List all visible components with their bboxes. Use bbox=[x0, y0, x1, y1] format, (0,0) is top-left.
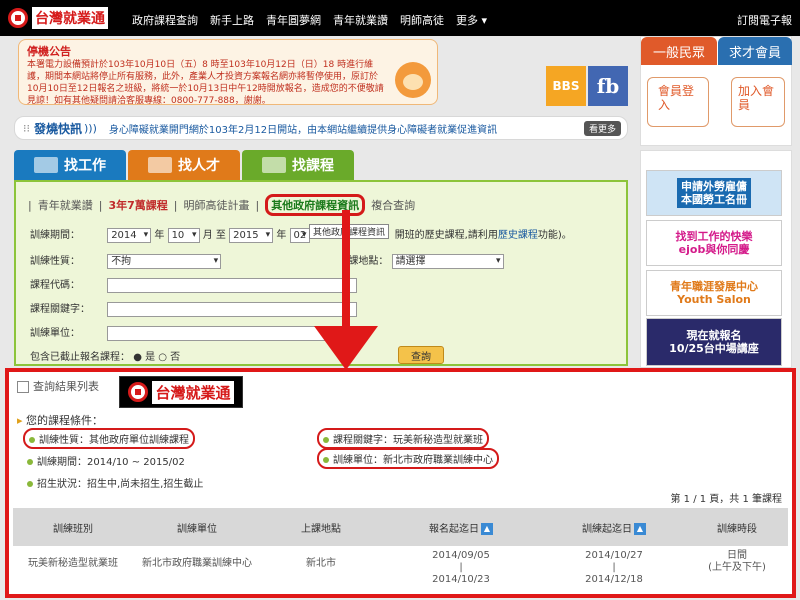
banner-youth-salon[interactable]: 青年職涯發展中心 Youth Salon bbox=[646, 270, 782, 316]
sort-up-icon[interactable]: ▲ bbox=[481, 522, 493, 535]
cell-time: 日間 (上午及下午) bbox=[708, 550, 766, 573]
condition-status: 招生狀況：招生中,尚未招生,招生截止 bbox=[23, 474, 207, 491]
tab-find-course[interactable]: 找課程 bbox=[242, 150, 354, 180]
news-label: 發燒快訊 bbox=[34, 121, 83, 136]
nav-item-youth-employment[interactable]: 青年就業讚 bbox=[333, 12, 388, 28]
tab-find-job-label: 找工作 bbox=[64, 158, 106, 174]
subscribe-link[interactable]: 訂閱電子報 bbox=[737, 12, 792, 28]
cell-location: 新北市 bbox=[306, 558, 336, 569]
subnav-short-course[interactable]: 3年7萬課程 bbox=[108, 197, 167, 213]
year-from-select[interactable]: 2014 bbox=[107, 227, 152, 243]
nav-item-course-search[interactable]: 政府課程查詢 bbox=[132, 12, 198, 28]
mascot-icon bbox=[395, 62, 431, 98]
subnav-composite[interactable]: 複合查詢 bbox=[371, 197, 415, 213]
course-keyword-input[interactable] bbox=[107, 301, 358, 317]
nav-item-newcomer[interactable]: 新手上路 bbox=[210, 12, 254, 28]
logo-icon bbox=[128, 382, 149, 402]
nav-item-more[interactable]: 更多 ▾ bbox=[456, 12, 487, 28]
condition-unit: 訓練單位：新北市政府職業訓練中心 bbox=[317, 448, 499, 469]
site-logo[interactable]: 台灣就業通 bbox=[8, 6, 120, 30]
period-row: 訓練期間： 2014 年 10 月 至 2015 年 02 開班的歷史課程,請利… bbox=[30, 226, 572, 243]
condition-nature: 訓練性質：其他政府單位訓練課程 bbox=[23, 428, 195, 449]
cell-train-date: 2014/10/27 | 2014/12/18 bbox=[585, 550, 643, 585]
maintenance-notice: 停機公告 本署電力設備預計於103年10月10日（五）8 時至103年10月12… bbox=[18, 39, 438, 105]
location-select[interactable]: 請選擇 bbox=[391, 253, 504, 269]
course-subnav: | 青年就業讚 | 3年7萬課程 | 明師高徒計畫 | 其他政府課程資訊 複合查… bbox=[28, 194, 415, 216]
keyword-row: 課程關鍵字： bbox=[30, 300, 358, 317]
cell-class[interactable]: 玩美新秘造型就業班 bbox=[13, 550, 133, 598]
cell-unit: 新北市政府職業訓練中心 bbox=[142, 558, 252, 569]
month-to-select[interactable]: 02 bbox=[289, 227, 310, 243]
results-panel: 查詢結果列表 台灣就業通 ▸ 您的課程條件： 訓練性質：其他政府單位訓練課程 課… bbox=[5, 368, 796, 598]
nav-item-master[interactable]: 明師高徒 bbox=[400, 12, 444, 28]
page-info: 第 1 / 1 頁，共 1 筆課程 bbox=[670, 494, 782, 505]
condition-period: 訓練期間：2014/10 ~ 2015/02 bbox=[23, 452, 189, 469]
col-time: 訓練時段 bbox=[717, 523, 757, 535]
tab-general-public[interactable]: 一般民眾 bbox=[641, 37, 717, 65]
conditions-title: ▸ 您的課程條件： bbox=[17, 414, 104, 427]
subnav-youth[interactable]: 青年就業讚 bbox=[38, 197, 93, 213]
unit-row: 訓練單位： bbox=[30, 324, 358, 341]
tab-find-job[interactable]: 找工作 bbox=[14, 150, 126, 180]
ellipsis-icon: ⁝⁝ bbox=[23, 121, 30, 135]
arrow-head-shape bbox=[314, 326, 378, 370]
broadcast-icon: ))) bbox=[84, 121, 97, 135]
member-login-button[interactable]: 會員登入 bbox=[647, 77, 709, 127]
annotation-arrow-shaft bbox=[342, 210, 350, 332]
member-panel: 一般民眾 求才會員 會員登入 加入會員 bbox=[640, 36, 792, 146]
banner-ejob[interactable]: 找到工作的快樂 ejob與你同慶 bbox=[646, 220, 782, 266]
col-train-date[interactable]: 訓練起迄日 ▲ bbox=[541, 520, 687, 535]
col-unit: 訓練單位 bbox=[177, 523, 217, 535]
main-tabs: 找工作 找人才 找課程 bbox=[14, 150, 356, 180]
col-location: 上課地點 bbox=[301, 523, 341, 535]
bbs-button[interactable]: BBS bbox=[546, 66, 586, 106]
tab-find-talent-label: 找人才 bbox=[178, 158, 220, 174]
month-from-select[interactable]: 10 bbox=[167, 227, 200, 243]
results-logo: 台灣就業通 bbox=[119, 376, 243, 408]
tab-find-talent[interactable]: 找人才 bbox=[128, 150, 240, 180]
radio-no[interactable]: ○ 否 bbox=[158, 352, 180, 363]
col-reg-date[interactable]: 報名起迄日 ▲ bbox=[381, 520, 541, 535]
chalkboard-icon bbox=[262, 157, 286, 173]
briefcase-icon bbox=[34, 157, 58, 173]
news-bar: ⁝⁝ 發燒快訊 ))) 身心障礙就業開門網於103年2月12日開站，由本網站繼續… bbox=[14, 116, 628, 140]
search-button[interactable]: 查詢 bbox=[398, 346, 444, 364]
tab-employer-member[interactable]: 求才會員 bbox=[718, 37, 792, 65]
condition-keyword: 課程關鍵字：玩美新秘造型就業班 bbox=[317, 428, 489, 449]
include-row: 包含已截止報名課程： ● 是 ○ 否 bbox=[30, 352, 181, 363]
code-row: 課程代碼： bbox=[30, 276, 358, 293]
main-menu: 政府課程查詢 新手上路 青年圓夢網 青年就業讚 明師高徒 更多 ▾ bbox=[132, 12, 487, 28]
history-course-link[interactable]: 歷史課程 bbox=[498, 230, 538, 241]
news-text[interactable]: 身心障礙就業開門網於103年2月12日開站，由本網站繼續提供身心障礙者就業促進資… bbox=[109, 121, 497, 136]
top-nav: 台灣就業通 政府課程查詢 新手上路 青年圓夢網 青年就業讚 明師高徒 更多 ▾ … bbox=[0, 0, 800, 36]
table-row: 玩美新秘造型就業班 新北市政府職業訓練中心 新北市 2014/09/05 | 2… bbox=[13, 550, 788, 598]
notice-body: 本署電力設備預計於103年10月10日（五）8 時至103年10月12日（日）1… bbox=[27, 60, 384, 105]
logo-text: 台灣就業通 bbox=[32, 7, 108, 29]
subnav-master[interactable]: 明師高徒計畫 bbox=[183, 197, 249, 213]
nav-item-youth-dream[interactable]: 青年圓夢網 bbox=[266, 12, 321, 28]
join-member-button[interactable]: 加入會員 bbox=[731, 77, 785, 127]
annotation-arrow-head bbox=[314, 326, 378, 370]
banner-foreign-labor[interactable]: 申請外勞雇傭 本國勞工名冊 bbox=[646, 170, 782, 216]
nature-row: 訓練性質： 不拘 課地點： 請選擇 bbox=[30, 252, 504, 269]
suit-icon bbox=[148, 157, 172, 173]
results-table-header: 訓練班別 訓練單位 上課地點 報名起迄日 ▲ 訓練起迄日 ▲ 訓練時段 bbox=[13, 508, 788, 546]
news-more-button[interactable]: 看更多 bbox=[583, 121, 621, 136]
radio-yes[interactable]: ● 是 bbox=[133, 352, 155, 363]
col-class: 訓練班別 bbox=[53, 523, 93, 535]
logo-icon bbox=[8, 8, 28, 28]
subnav-other-gov-course[interactable]: 其他政府課程資訊 bbox=[265, 194, 366, 216]
year-to-select[interactable]: 2015 bbox=[229, 227, 274, 243]
course-code-input[interactable] bbox=[107, 277, 358, 293]
edit-icon bbox=[17, 381, 29, 393]
facebook-button[interactable]: fb bbox=[588, 66, 628, 106]
tab-find-course-label: 找課程 bbox=[292, 158, 334, 174]
cell-reg-date: 2014/09/05 | 2014/10/23 bbox=[432, 550, 490, 585]
sort-up-icon[interactable]: ▲ bbox=[634, 522, 646, 535]
nature-select[interactable]: 不拘 bbox=[107, 253, 222, 269]
notice-title: 停機公告 bbox=[27, 45, 71, 58]
results-title: 查詢結果列表 bbox=[17, 378, 99, 394]
banner-lecture[interactable]: 現在就報名 10/25台中場講座 bbox=[646, 318, 782, 366]
